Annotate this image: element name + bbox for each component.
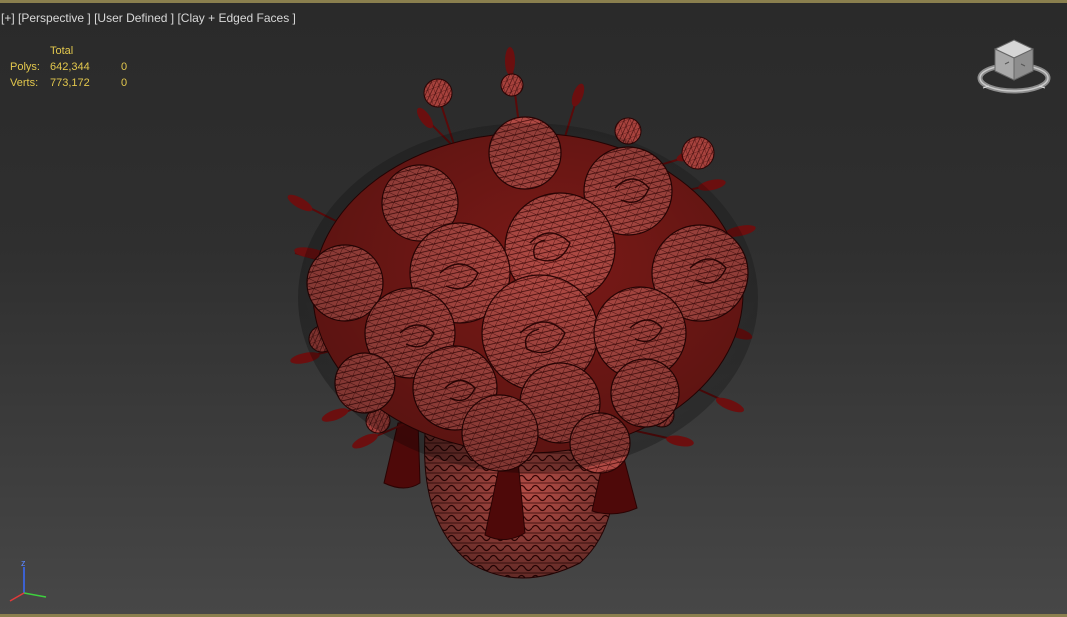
viewport-label-menu[interactable]: [+] [Perspective ] [User Defined ] [Clay…: [1, 11, 296, 25]
bouquet-mesh[interactable]: [298, 116, 758, 474]
viewport-shading-menu[interactable]: [Clay + Edged Faces ]: [177, 11, 295, 25]
stats-header-total: Total: [50, 45, 74, 57]
perspective-viewport[interactable]: [+] [Perspective ] [User Defined ] [Clay…: [0, 0, 1067, 617]
viewport-general-menu[interactable]: [+]: [1, 11, 15, 25]
viewport-view-menu[interactable]: [Perspective ]: [18, 11, 91, 25]
stats-selected-value: 0: [121, 77, 128, 89]
stats-selected-value: 0: [121, 61, 128, 73]
viewport-camera-menu[interactable]: [User Defined ]: [94, 11, 174, 25]
scene-canvas[interactable]: [0, 3, 1067, 617]
viewcube-icon[interactable]: [975, 36, 1053, 100]
stats-total-value: 773,172: [50, 77, 90, 89]
stats-label: Verts:: [10, 77, 39, 89]
axis-tripod-icon: z: [9, 559, 47, 602]
stats-total-value: 642,344: [50, 61, 90, 73]
axis-z-label: z: [21, 559, 26, 568]
stats-label: Polys:: [10, 61, 40, 73]
